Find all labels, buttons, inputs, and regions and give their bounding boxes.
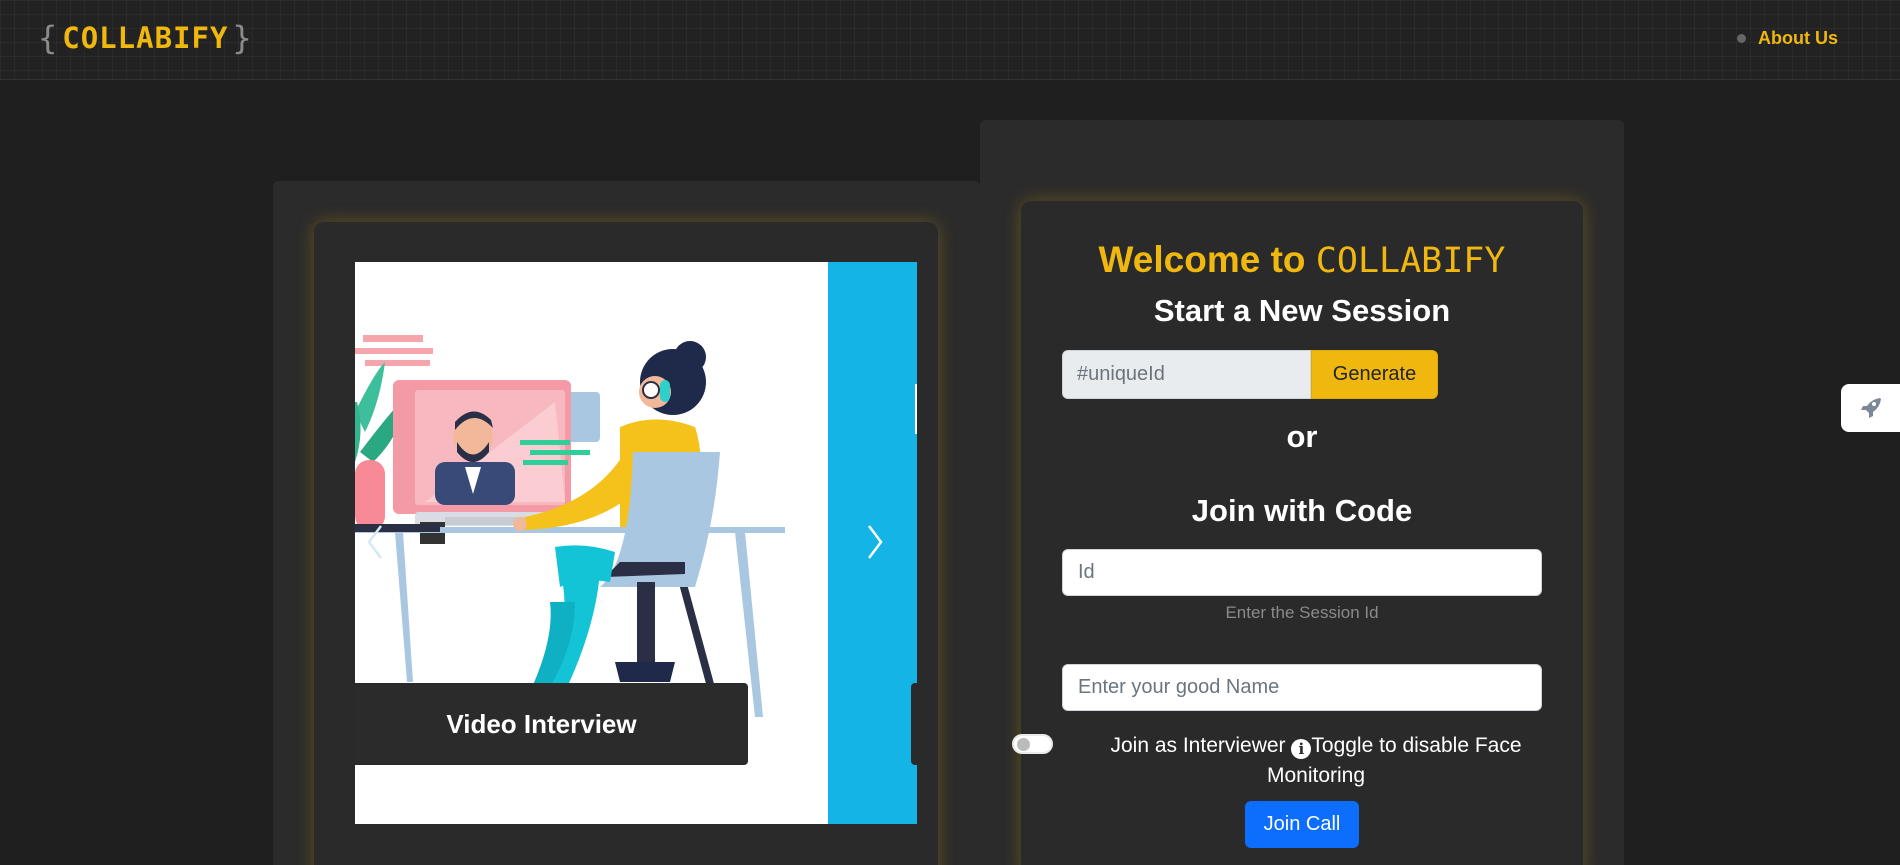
chevron-right-icon <box>868 525 883 559</box>
join-call-button[interactable]: Join Call <box>1245 801 1359 848</box>
start-session-heading: Start a New Session <box>1153 293 1451 328</box>
brand-logo[interactable]: { COLLABIFY } <box>38 18 253 58</box>
nav-about-us-link[interactable]: About Us <box>1737 28 1838 49</box>
welcome-heading: Welcome to COLLABIFY <box>1021 239 1583 281</box>
carousel-prev-button[interactable] <box>355 512 395 572</box>
session-panel: Welcome to COLLABIFY Start a New Session… <box>980 120 1624 865</box>
join-with-code-heading: Join with Code <box>1191 493 1413 528</box>
name-input[interactable] <box>1062 664 1542 711</box>
top-navbar: { COLLABIFY } About Us <box>0 0 1900 80</box>
welcome-prefix: Welcome to <box>1098 239 1316 280</box>
feature-carousel[interactable]: Video Interview <box>355 262 917 824</box>
floating-side-tab[interactable] <box>1841 384 1900 432</box>
nav-bullet-icon <box>1737 34 1746 43</box>
carousel-next-button[interactable] <box>855 512 895 572</box>
chevron-left-icon <box>367 525 382 559</box>
toggle-knob <box>1017 738 1030 751</box>
interviewer-toggle[interactable] <box>1012 734 1053 754</box>
generate-button[interactable]: Generate <box>1311 350 1438 399</box>
welcome-brand: COLLABIFY <box>1315 241 1506 281</box>
nav-about-us-label: About Us <box>1758 28 1838 48</box>
session-id-input[interactable] <box>1062 549 1542 596</box>
interviewer-toggle-label: Join as Interviewer i Toggle to disable F… <box>1081 731 1551 791</box>
carousel-caption: Video Interview <box>355 683 748 765</box>
logo-text: COLLABIFY <box>62 21 229 55</box>
slide-notch <box>915 384 917 434</box>
logo-close-brace: } <box>232 19 253 57</box>
carousel-card: Video Interview <box>314 222 938 865</box>
carousel-panel: Video Interview <box>273 181 980 865</box>
info-icon[interactable]: i <box>1291 739 1312 759</box>
generate-id-group: Generate <box>1062 350 1438 399</box>
unique-id-input[interactable] <box>1062 350 1311 399</box>
or-divider: or <box>1286 419 1318 454</box>
session-id-help: Enter the Session Id <box>1225 603 1379 622</box>
slide-caption-edge <box>911 683 917 765</box>
rocket-icon <box>1860 398 1881 418</box>
logo-open-brace: { <box>38 19 59 57</box>
toggle-label-text: Join as Interviewer <box>1110 734 1286 757</box>
session-card: Welcome to COLLABIFY Start a New Session… <box>1012 201 1583 865</box>
